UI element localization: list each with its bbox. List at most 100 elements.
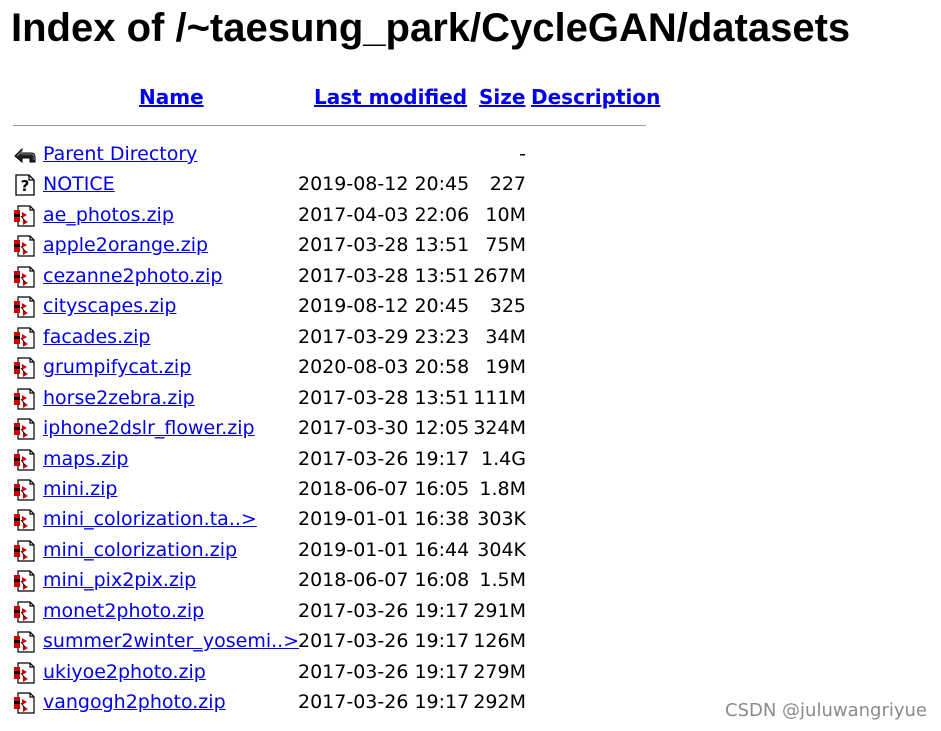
file-link-ukiyoe2photo-zip[interactable]: ukiyoe2photo.zip — [43, 660, 206, 684]
size-cell: 1.5M — [479, 569, 526, 592]
compressed-file-icon — [13, 357, 37, 379]
last-modified-cell: 2017-03-26 19:17 — [298, 691, 470, 714]
compressed-file-icon — [13, 418, 37, 440]
last-modified-cell: 2017-04-03 22:06 — [298, 203, 470, 226]
file-link-summer2winter-yosemi[interactable]: summer2winter_yosemi..> — [43, 629, 299, 653]
sort-by-size-link[interactable]: Size — [479, 84, 525, 110]
file-link-mini-pix2pix-zip[interactable]: mini_pix2pix.zip — [43, 568, 196, 592]
page-title: Index of /~taesung_park/CycleGAN/dataset… — [11, 6, 851, 50]
compressed-file-icon — [13, 662, 37, 684]
file-link-monet2photo-zip[interactable]: monet2photo.zip — [43, 599, 204, 623]
file-link-cityscapes-zip[interactable]: cityscapes.zip — [43, 294, 176, 318]
size-cell: 1.4G — [481, 447, 526, 470]
file-link-ae-photos-zip[interactable]: ae_photos.zip — [43, 203, 174, 227]
table-row: ? NOTICE 2019-08-12 20:45 227 — [0, 170, 941, 200]
file-link-mini-colorization-zip[interactable]: mini_colorization.zip — [43, 538, 237, 562]
size-cell: 10M — [485, 203, 526, 226]
compressed-file-icon — [13, 692, 37, 714]
size-cell: 291M — [473, 599, 526, 622]
size-cell: 19M — [485, 356, 526, 379]
last-modified-cell: 2019-01-01 16:44 — [298, 538, 470, 561]
table-row: mini_colorization.zip 2019-01-01 16:44 304… — [0, 536, 941, 566]
table-row: apple2orange.zip 2017-03-28 13:51 75M — [0, 231, 941, 261]
table-row: mini_colorization.ta..> 2019-01-01 16:38 3… — [0, 505, 941, 535]
table-row: monet2photo.zip 2017-03-26 19:17 291M — [0, 597, 941, 627]
last-modified-cell: 2019-08-12 20:45 — [298, 173, 470, 196]
compressed-file-icon — [13, 235, 37, 257]
compressed-file-icon — [13, 448, 37, 471]
last-modified-cell: 2019-08-12 20:45 — [298, 295, 470, 318]
table-row: grumpifycat.zip 2020-08-03 20:58 19M — [0, 353, 941, 383]
file-link-mini-colorization-ta[interactable]: mini_colorization.ta..> — [43, 507, 257, 531]
table-row: maps.zip 2017-03-26 19:17 1.4G — [0, 445, 941, 475]
compressed-file-icon — [13, 570, 37, 592]
last-modified-cell: 2017-03-29 23:23 — [298, 325, 470, 348]
file-link-apple2orange-zip[interactable]: apple2orange.zip — [43, 233, 208, 257]
last-modified-cell: 2019-01-01 16:38 — [298, 508, 470, 531]
compressed-file-icon — [13, 540, 37, 562]
table-row: iphone2dslr_flower.zip 2017-03-30 12:05 32… — [0, 414, 941, 444]
last-modified-cell: 2018-06-07 16:08 — [298, 569, 470, 592]
last-modified-cell: 2017-03-28 13:51 — [298, 264, 470, 287]
unknown-file-icon: ? — [13, 174, 37, 197]
sort-by-name-link[interactable]: Name — [139, 84, 204, 110]
size-cell: 304K — [477, 538, 526, 561]
size-cell: 325 — [489, 295, 526, 318]
size-cell: 34M — [485, 325, 526, 348]
last-modified-cell: 2017-03-26 19:17 — [298, 630, 470, 653]
table-row: ukiyoe2photo.zip 2017-03-26 19:17 279M — [0, 658, 941, 688]
size-cell: 126M — [473, 630, 526, 653]
header-divider — [13, 125, 646, 126]
table-row: ae_photos.zip 2017-04-03 22:06 10M — [0, 201, 941, 231]
last-modified-cell: 2017-03-26 19:17 — [298, 447, 470, 470]
back-arrow-icon — [13, 144, 37, 166]
last-modified-cell: 2017-03-30 12:05 — [298, 417, 470, 440]
watermark: CSDN @juluwangriyue — [725, 700, 927, 721]
table-row: mini_pix2pix.zip 2018-06-07 16:08 1.5M — [0, 566, 941, 596]
compressed-file-icon — [13, 327, 37, 349]
table-row: summer2winter_yosemi..> 2017-03-26 19:17 1… — [0, 627, 941, 657]
sort-by-description-link[interactable]: Description — [531, 84, 660, 110]
size-cell: 292M — [473, 691, 526, 714]
table-row: Parent Directory - — [0, 140, 941, 170]
directory-listing-page: Index of /~taesung_park/CycleGAN/dataset… — [0, 0, 941, 731]
table-row: cityscapes.zip 2019-08-12 20:45 325 — [0, 292, 941, 322]
sort-by-last-modified-link[interactable]: Last modified — [314, 84, 467, 110]
file-link-notice[interactable]: NOTICE — [43, 172, 115, 196]
file-link-cezanne2photo-zip[interactable]: cezanne2photo.zip — [43, 264, 222, 288]
compressed-file-icon — [13, 266, 37, 288]
file-link-vangogh2photo-zip[interactable]: vangogh2photo.zip — [43, 690, 226, 714]
size-cell: 267M — [473, 264, 526, 287]
compressed-file-icon — [13, 479, 37, 501]
file-link-facades-zip[interactable]: facades.zip — [43, 325, 150, 349]
svg-text:?: ? — [21, 177, 30, 195]
last-modified-cell: 2017-03-26 19:17 — [298, 660, 470, 683]
last-modified-cell: 2020-08-03 20:58 — [298, 356, 470, 379]
last-modified-cell: 2017-03-28 13:51 — [298, 386, 470, 409]
compressed-file-icon — [13, 296, 37, 318]
size-cell: - — [519, 143, 526, 165]
size-cell: 111M — [473, 386, 526, 409]
file-link-grumpifycat-zip[interactable]: grumpifycat.zip — [43, 355, 191, 379]
table-row: mini.zip 2018-06-07 16:05 1.8M — [0, 475, 941, 505]
last-modified-cell: 2017-03-26 19:17 — [298, 599, 470, 622]
size-cell: 227 — [489, 173, 526, 196]
file-link-maps-zip[interactable]: maps.zip — [43, 447, 128, 471]
file-link-mini-zip[interactable]: mini.zip — [43, 477, 117, 501]
size-cell: 1.8M — [479, 477, 526, 500]
compressed-file-icon — [13, 387, 37, 410]
file-link-iphone2dslr-flower-zip[interactable]: iphone2dslr_flower.zip — [43, 416, 255, 440]
compressed-file-icon — [13, 601, 37, 623]
table-row: horse2zebra.zip 2017-03-28 13:51 111M — [0, 384, 941, 414]
compressed-file-icon — [13, 631, 37, 653]
table-row: cezanne2photo.zip 2017-03-28 13:51 267M — [0, 262, 941, 292]
compressed-file-icon — [13, 205, 37, 227]
size-cell: 303K — [477, 508, 526, 531]
compressed-file-icon — [13, 509, 37, 531]
size-cell: 324M — [473, 417, 526, 440]
table-row: facades.zip 2017-03-29 23:23 34M — [0, 323, 941, 353]
file-link-horse2zebra-zip[interactable]: horse2zebra.zip — [43, 386, 195, 410]
last-modified-cell: 2017-03-28 13:51 — [298, 234, 470, 257]
size-cell: 279M — [473, 660, 526, 683]
file-link-parent-directory[interactable]: Parent Directory — [43, 142, 197, 166]
